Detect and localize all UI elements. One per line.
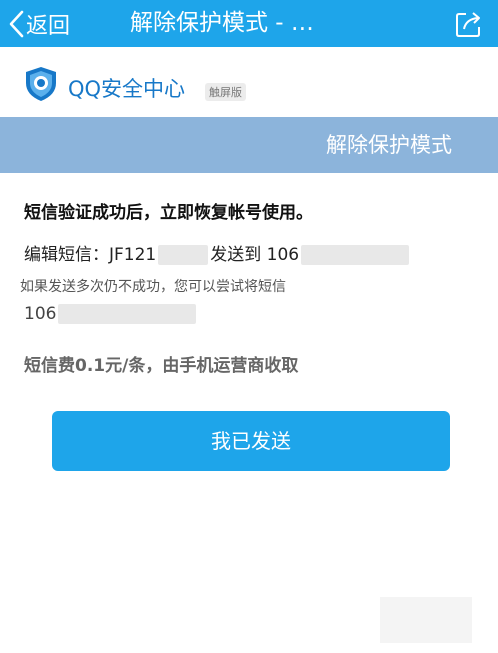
sms-fee-note: 短信费0.1元/条，由手机运营商收取 bbox=[24, 356, 299, 376]
instruction-headline: 短信验证成功后，立即恢复帐号使用。 bbox=[24, 203, 313, 223]
sms-instruction-line: 编辑短信：JF121 发送到 106 bbox=[24, 240, 410, 265]
retry-hint: 如果发送多次仍不成功，您可以尝试将短信 bbox=[20, 279, 286, 295]
sms-prefix: 编辑短信： bbox=[24, 245, 109, 265]
share-icon bbox=[456, 12, 480, 37]
top-bar: 返回 解除保护模式 - … bbox=[0, 0, 498, 47]
sms-number: 106 bbox=[266, 245, 300, 265]
brand-header: QQ安全中心 触屏版 bbox=[0, 47, 498, 115]
back-label: 返回 bbox=[26, 13, 71, 39]
section-bar: 解除保护模式 bbox=[0, 117, 498, 173]
section-title: 解除保护模式 bbox=[326, 133, 452, 157]
page-title: 解除保护模式 - … bbox=[130, 10, 314, 36]
brand-name: QQ安全中心 bbox=[68, 77, 186, 101]
sent-button[interactable]: 我已发送 bbox=[52, 411, 450, 471]
sms-code: JF121 bbox=[109, 245, 157, 265]
redacted-number-mask bbox=[301, 245, 410, 265]
qq-security-logo-icon bbox=[26, 67, 56, 101]
redacted-alternate-mask bbox=[58, 304, 197, 324]
chevron-left-icon bbox=[9, 10, 24, 37]
redacted-code-mask bbox=[158, 245, 209, 265]
back-button[interactable]: 返回 bbox=[8, 0, 70, 47]
corner-overlay bbox=[380, 597, 472, 643]
touch-version-badge: 触屏版 bbox=[205, 83, 246, 101]
share-button[interactable] bbox=[454, 9, 484, 43]
alternate-number: 106 bbox=[24, 304, 57, 324]
alternate-number-line: 106 bbox=[24, 304, 197, 324]
sms-send-to: 发送到 bbox=[210, 245, 262, 265]
